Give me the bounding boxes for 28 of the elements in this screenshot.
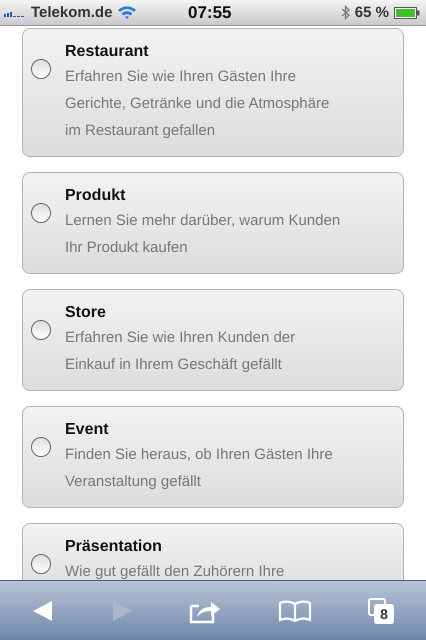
- option-card[interactable]: Store Erfahren Sie wie Ihren Kunden der Einkauf in Ihrem Geschäft gefällt: [22, 289, 404, 391]
- book-icon[interactable]: [278, 600, 312, 622]
- radio-button[interactable]: [31, 320, 51, 340]
- back-icon[interactable]: [32, 600, 54, 622]
- option-card[interactable]: Restaurant Erfahren Sie wie Ihren Gästen Ihre Gerichte, Getränke und die Atmosphäre im Restaurant gefallen: [22, 28, 404, 157]
- option-card[interactable]: Produkt Lernen Sie mehr darüber, warum Kunden Ihr Produkt kaufen: [22, 172, 404, 274]
- radio-button[interactable]: [31, 203, 51, 223]
- option-card[interactable]: Event Finden Sie heraus, ob Ihren Gästen Ihre Veranstaltung gefällt: [22, 406, 404, 508]
- option-description: Erfahren Sie wie Ihren Gästen Ihre Gerichte, Getränke und die Atmosphäre im Restaurant gefallen: [65, 67, 330, 141]
- clock-time: 07:55: [188, 3, 232, 23]
- option-title: Produkt: [65, 186, 126, 206]
- option-title: Store: [65, 303, 106, 323]
- option-title: Restaurant: [65, 42, 149, 62]
- option-card[interactable]: Präsentation Wie gut gefällt den Zuhörern Ihre: [22, 523, 404, 580]
- option-title: Event: [65, 420, 109, 440]
- battery-icon: [394, 6, 420, 18]
- battery-percentage: 65 %: [354, 4, 389, 21]
- wifi-icon: [117, 5, 138, 20]
- carrier-name: Telekom.de: [31, 4, 112, 21]
- option-title: Präsentation: [65, 537, 162, 557]
- radio-button[interactable]: [31, 59, 51, 79]
- bluetooth-icon: [340, 5, 350, 20]
- radio-button[interactable]: [31, 554, 51, 574]
- radio-button[interactable]: [31, 437, 51, 457]
- option-description: Finden Sie heraus, ob Ihren Gästen Ihre Veranstaltung gefällt: [65, 445, 333, 492]
- option-description: Lernen Sie mehr darüber, warum Kunden Ihr Produkt kaufen: [65, 211, 340, 258]
- option-description: Erfahren Sie wie Ihren Kunden der Einkauf in Ihrem Geschäft gefällt: [65, 328, 296, 375]
- option-description: Wie gut gefällt den Zuhörern Ihre: [65, 562, 284, 580]
